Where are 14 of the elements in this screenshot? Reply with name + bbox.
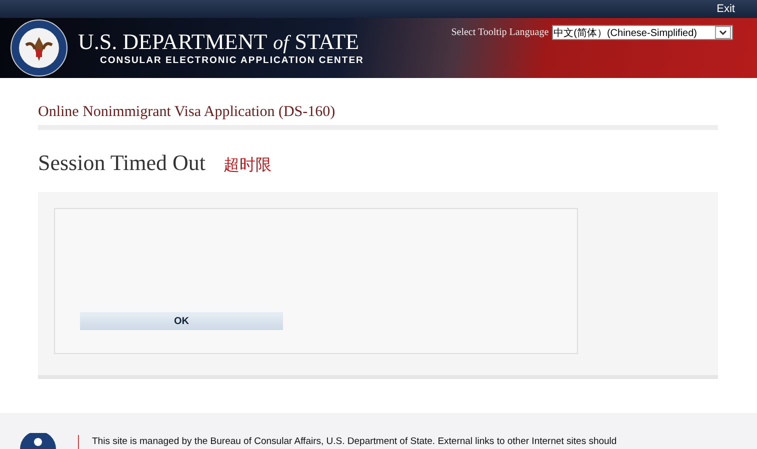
exit-link[interactable]: Exit: [716, 3, 735, 15]
ok-button[interactable]: OK: [80, 312, 283, 330]
department-title-of: of: [273, 31, 289, 55]
language-label: Select Tooltip Language: [451, 27, 549, 38]
application-title: Online Nonimmigrant Visa Application (DS-160): [38, 104, 718, 130]
department-title: U.S. DEPARTMENT: [78, 30, 268, 54]
page-heading: Session Timed Out: [38, 150, 206, 176]
department-title-state: STATE: [294, 30, 359, 54]
caret-icon: [715, 26, 731, 39]
footer-text: This site is managed by the Bureau of Consular Affairs, U.S. Department of State. External links to other Internet sites should: [92, 435, 617, 449]
heading-translation: 超时限: [224, 156, 272, 176]
banner-subtitle: CONSULAR ELECTRONIC APPLICATION CENTER: [100, 55, 364, 66]
eagle-seal-icon: [10, 19, 68, 77]
language-select[interactable]: 中文(简体）(Chinese-Simplified): [552, 25, 733, 40]
